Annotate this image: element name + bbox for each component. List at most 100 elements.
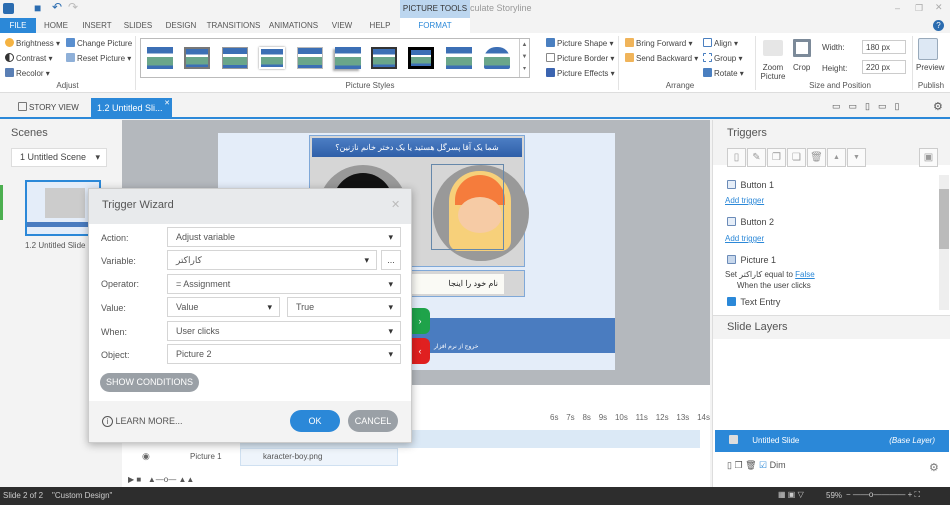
object-select[interactable]: Picture 2 bbox=[167, 344, 401, 364]
gallery-scroll[interactable]: ▲ ▼ ▾ bbox=[519, 39, 529, 77]
reset-picture-button[interactable]: Reset Picture ▾ bbox=[66, 53, 131, 63]
picture-styles-gallery[interactable]: ▲ ▼ ▾ bbox=[140, 38, 530, 78]
close-button[interactable]: ✕ bbox=[935, 2, 943, 13]
false-link[interactable]: False bbox=[795, 270, 815, 279]
group-button[interactable]: Group ▾ bbox=[703, 53, 742, 63]
ok-button[interactable]: OK bbox=[290, 410, 340, 432]
triggers-scrollbar[interactable] bbox=[939, 175, 949, 310]
style-thumb[interactable] bbox=[147, 47, 173, 69]
arrange-group-label: Arrange bbox=[665, 81, 695, 90]
style-thumb[interactable] bbox=[259, 47, 285, 69]
paste-trigger-button[interactable]: ❏ bbox=[787, 148, 806, 167]
learn-more-link[interactable]: i LEARN MORE... bbox=[102, 416, 183, 427]
value-type-select[interactable]: Value bbox=[167, 297, 280, 317]
style-thumb[interactable] bbox=[297, 47, 323, 69]
copy-trigger-button[interactable]: ❐ bbox=[767, 148, 786, 167]
style-thumb[interactable] bbox=[446, 47, 472, 69]
action-select[interactable]: Adjust variable bbox=[167, 227, 401, 247]
tab-slides[interactable]: SLIDES bbox=[122, 18, 154, 33]
tab-format[interactable]: FORMAT bbox=[400, 18, 470, 34]
delete-trigger-button[interactable]: 🗑 bbox=[807, 148, 826, 167]
add-trigger-link[interactable]: Add trigger bbox=[725, 196, 764, 205]
crop-button[interactable]: Crop bbox=[793, 63, 810, 72]
device-view-icons[interactable]: ▭▭▯▭▯ bbox=[832, 101, 907, 112]
dim-checkbox[interactable]: ☑ bbox=[759, 460, 767, 470]
zoom-level: 59% bbox=[826, 491, 843, 500]
operator-select[interactable]: = Assignment bbox=[167, 274, 401, 294]
bring-forward-button[interactable]: Bring Forward ▾ bbox=[625, 38, 693, 48]
timeline-object-bar[interactable]: karacter-boy.png bbox=[240, 448, 398, 466]
sun-icon bbox=[5, 38, 14, 47]
style-thumb[interactable] bbox=[335, 47, 361, 69]
restore-button[interactable]: ❐ bbox=[915, 3, 923, 14]
style-thumb[interactable] bbox=[484, 47, 510, 69]
exit-button[interactable]: ‹ bbox=[410, 338, 430, 364]
trigger-description[interactable]: Set کاراکتر equal to False bbox=[725, 270, 815, 279]
duplicate-layer-button[interactable]: ❐ bbox=[734, 460, 742, 470]
zoom-picture-button[interactable]: Zoom Picture bbox=[759, 63, 787, 81]
close-dialog-button[interactable]: ✕ bbox=[391, 198, 400, 211]
selection-box[interactable] bbox=[431, 164, 504, 250]
cancel-button[interactable]: CANCEL bbox=[348, 410, 398, 432]
minimize-button[interactable]: – bbox=[895, 3, 900, 13]
style-thumb[interactable] bbox=[222, 47, 248, 69]
tab-home[interactable]: HOME bbox=[40, 18, 72, 33]
tab-transitions[interactable]: TRANSITIONS bbox=[206, 18, 261, 33]
send-backward-button[interactable]: Send Backward ▾ bbox=[625, 53, 698, 63]
brightness-button[interactable]: Brightness ▾ bbox=[5, 38, 60, 48]
playback-controls[interactable]: ▶ ■ ▲—o— ▲▲ bbox=[128, 475, 194, 484]
recolor-button[interactable]: Recolor ▾ bbox=[5, 68, 50, 78]
contrast-button[interactable]: Contrast ▾ bbox=[5, 53, 52, 63]
edit-trigger-button[interactable]: ✎ bbox=[747, 148, 766, 167]
variable-more-button[interactable]: ... bbox=[381, 250, 401, 270]
style-thumb[interactable] bbox=[408, 47, 434, 69]
visibility-icon[interactable]: ◉ bbox=[142, 451, 150, 462]
new-layer-button[interactable]: ▯ bbox=[727, 460, 732, 470]
tab-view[interactable]: VIEW bbox=[328, 18, 356, 33]
style-thumb[interactable] bbox=[371, 47, 397, 69]
variables-button[interactable]: ▣ bbox=[919, 148, 938, 167]
base-layer-row[interactable]: Untitled Slide (Base Layer) bbox=[715, 430, 949, 452]
tab-insert[interactable]: INSERT bbox=[80, 18, 114, 33]
story-view-tab[interactable]: STORY VIEW bbox=[18, 102, 79, 112]
timeline-ruler[interactable]: 6s 7s 8s 9s 10s 11s 12s 13s 14s bbox=[550, 413, 710, 422]
picture-border-button[interactable]: Picture Border ▾ bbox=[546, 53, 614, 63]
layer-settings-icon[interactable]: ⚙ bbox=[929, 461, 939, 474]
add-trigger-link[interactable]: Add trigger bbox=[725, 234, 764, 243]
tab-file[interactable]: FILE bbox=[0, 18, 36, 33]
picture-styles-group-label: Picture Styles bbox=[345, 81, 395, 90]
preview-button[interactable]: Preview bbox=[916, 63, 944, 72]
gear-icon[interactable]: ⚙ bbox=[933, 100, 943, 113]
tab-animations[interactable]: ANIMATIONS bbox=[266, 18, 321, 33]
move-down-button[interactable]: ▼ bbox=[847, 148, 866, 167]
view-toggle-icons[interactable]: ▦ ▣ ▽ bbox=[778, 490, 804, 499]
value-select[interactable]: True bbox=[287, 297, 401, 317]
style-thumb[interactable] bbox=[184, 47, 210, 69]
picture-effects-button[interactable]: Picture Effects ▾ bbox=[546, 68, 615, 78]
zoom-slider[interactable]: − ——o———— + ⛶ bbox=[846, 490, 920, 500]
slide-tab[interactable]: 1.2 Untitled Sli... ✕ bbox=[91, 98, 172, 119]
help-icon[interactable]: ? bbox=[933, 20, 944, 31]
new-trigger-button[interactable]: ▯ bbox=[727, 148, 746, 167]
variable-select[interactable]: کاراکتر bbox=[167, 250, 377, 270]
picture-shape-button[interactable]: Picture Shape ▾ bbox=[546, 38, 614, 48]
change-picture-button[interactable]: Change Picture bbox=[66, 38, 132, 48]
height-input[interactable]: 220 px bbox=[862, 60, 906, 74]
align-button[interactable]: Align ▾ bbox=[703, 38, 738, 48]
rotate-icon bbox=[703, 68, 712, 77]
width-input[interactable]: 180 px bbox=[862, 40, 906, 54]
trigger-object-text-entry: Text Entry bbox=[727, 297, 780, 307]
move-up-button[interactable]: ▲ bbox=[827, 148, 846, 167]
timeline-row-name[interactable]: Picture 1 bbox=[190, 452, 222, 461]
rotate-button[interactable]: Rotate ▾ bbox=[703, 68, 744, 78]
tab-help[interactable]: HELP bbox=[365, 18, 395, 33]
delete-layer-button[interactable]: 🗑 bbox=[745, 460, 756, 470]
when-select[interactable]: User clicks bbox=[167, 321, 401, 341]
next-button[interactable]: › bbox=[410, 308, 430, 334]
status-bar: Slide 2 of 2 "Custom Design" ▦ ▣ ▽ 59% −… bbox=[0, 487, 950, 505]
scene-select[interactable]: 1 Untitled Scene ▾ bbox=[11, 148, 107, 167]
name-text-entry[interactable]: نام خود را اینجا bbox=[412, 274, 504, 294]
tab-design[interactable]: DESIGN bbox=[163, 18, 199, 33]
show-conditions-button[interactable]: SHOW CONDITIONS bbox=[100, 373, 199, 392]
close-tab-icon[interactable]: ✕ bbox=[164, 99, 170, 107]
